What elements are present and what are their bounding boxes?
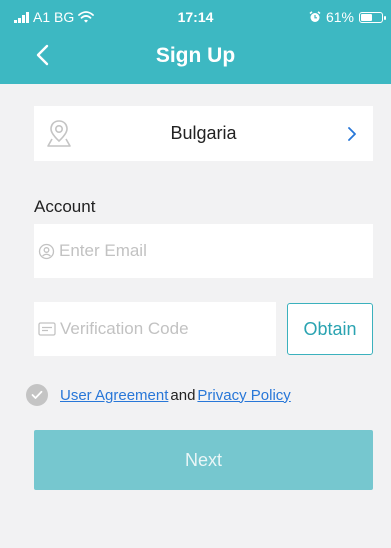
alarm-icon	[309, 11, 321, 22]
and-text: and	[170, 386, 196, 404]
obtain-code-button[interactable]: Obtain	[287, 303, 373, 355]
header-bar: A1 BG 17:14 61% Sign Up	[0, 0, 391, 84]
battery-icon	[359, 11, 386, 23]
country-selector[interactable]: Bulgaria	[34, 106, 373, 161]
country-name: Bulgaria	[170, 123, 237, 143]
email-field-container	[34, 224, 373, 278]
status-right: 61%	[309, 9, 386, 25]
email-input[interactable]	[57, 240, 373, 262]
agreement-row: User Agreement and Privacy Policy	[26, 384, 291, 406]
next-button[interactable]: Next	[34, 430, 373, 490]
battery-percent: 61%	[325, 9, 354, 25]
account-label: Account	[34, 197, 96, 216]
user-agreement-link[interactable]: User Agreement	[60, 387, 168, 404]
privacy-policy-link[interactable]: Privacy Policy	[197, 387, 290, 404]
check-icon	[31, 390, 43, 399]
message-icon	[38, 322, 56, 336]
chevron-right-icon	[348, 127, 356, 141]
verification-code-input[interactable]	[58, 318, 276, 340]
page-title: Sign Up	[155, 44, 236, 67]
battery-fill	[361, 13, 373, 21]
user-icon	[38, 243, 55, 259]
agreement-checkbox[interactable]	[26, 384, 48, 406]
verification-field-container	[34, 302, 276, 356]
status-bar: A1 BG 17:14 61%	[0, 0, 391, 30]
